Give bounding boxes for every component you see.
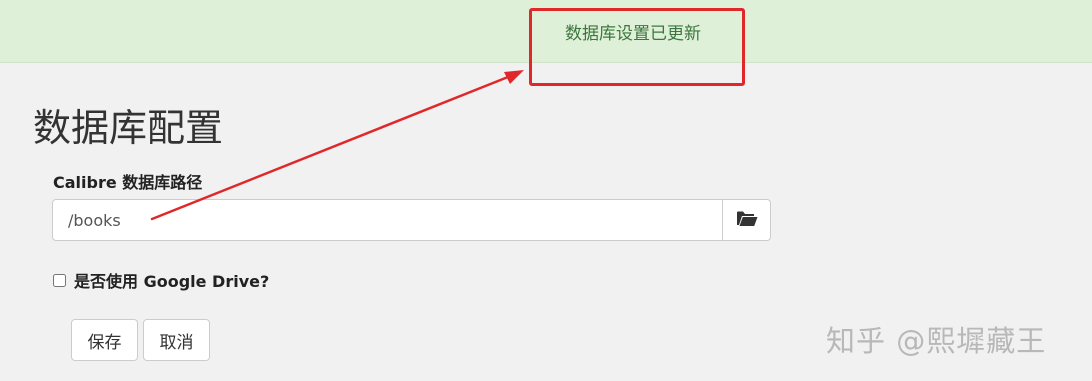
page-title: 数据库配置 — [33, 106, 224, 150]
save-button[interactable]: 保存 — [71, 319, 138, 361]
google-drive-option: 是否使用 Google Drive? — [53, 268, 269, 292]
watermark-text: 知乎 @熙墀藏王 — [826, 324, 1047, 358]
db-path-input[interactable] — [52, 199, 723, 241]
google-drive-label: 是否使用 Google Drive? — [74, 272, 270, 291]
annotation-highlight-box — [529, 8, 745, 86]
folder-open-icon — [736, 210, 758, 230]
cancel-button[interactable]: 取消 — [143, 319, 210, 361]
google-drive-checkbox[interactable] — [53, 273, 66, 287]
db-path-label: Calibre 数据库路径 — [53, 173, 203, 192]
browse-folder-button[interactable] — [722, 199, 771, 241]
